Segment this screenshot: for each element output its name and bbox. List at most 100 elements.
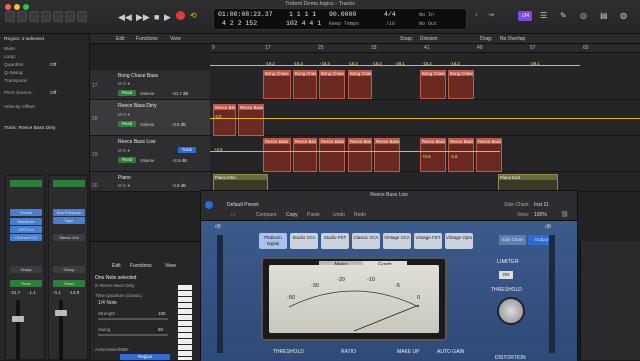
- view-select[interactable]: 100%: [534, 212, 547, 218]
- mute-solo-record[interactable]: M S ●: [118, 81, 130, 86]
- record-button[interactable]: [176, 11, 185, 20]
- automation-param[interactable]: Volume: [140, 91, 154, 96]
- region[interactable]: Bong Chase: [420, 70, 446, 99]
- model-studio-vca[interactable]: Studio VCA: [290, 233, 318, 249]
- plugin-slot[interactable]: Bus Pressure: [53, 209, 85, 216]
- group-slot[interactable]: Group: [53, 266, 85, 273]
- snap-select[interactable]: Division: [420, 36, 438, 42]
- mute-solo-record[interactable]: M S ●: [118, 183, 130, 188]
- region[interactable]: Reece Bass: [374, 138, 400, 172]
- browser-icon[interactable]: ▤: [600, 11, 608, 20]
- functions-menu[interactable]: Functions: [136, 36, 158, 42]
- link-icon[interactable]: ⛓: [561, 211, 569, 218]
- swing-value[interactable]: 50: [158, 327, 163, 332]
- pitch-source-value[interactable]: Off: [50, 91, 56, 96]
- strength-slider[interactable]: [98, 318, 168, 320]
- automation-line[interactable]: [210, 151, 500, 152]
- lcd-display[interactable]: 01:00:08:23.37 4 2 2 152 1 1 1 1 102 4 4…: [213, 8, 467, 30]
- track-lane-28[interactable]: Reece Bass Reece Bass -3.0: [210, 100, 640, 136]
- region[interactable]: Bong Chase: [448, 70, 474, 99]
- automation-read[interactable]: Read: [118, 90, 136, 96]
- eq-display[interactable]: [53, 180, 85, 187]
- region[interactable]: Reece Bass: [213, 104, 236, 136]
- rewind-icon[interactable]: ◀◀: [118, 12, 132, 23]
- edit-menu[interactable]: Edit: [116, 36, 125, 42]
- region[interactable]: Reece Bass: [348, 138, 372, 172]
- limiter-threshold-knob[interactable]: [497, 297, 525, 325]
- track-button[interactable]: Track: [178, 147, 196, 153]
- list-editors-icon[interactable]: ☰: [540, 11, 547, 20]
- notepad-badge[interactable]: ♪34: [518, 11, 532, 21]
- editor-functions-menu[interactable]: Functions: [130, 263, 152, 269]
- plugin-slot[interactable]: Channel EQ: [10, 234, 42, 241]
- track-name[interactable]: Piano: [118, 175, 131, 181]
- stop-icon[interactable]: ■: [154, 12, 159, 22]
- library-button[interactable]: [5, 11, 15, 22]
- editor-edit-menu[interactable]: Edit: [112, 263, 121, 269]
- channel-name[interactable]: Stereo Out: [53, 234, 85, 241]
- model-vintage-fet[interactable]: Vintage FET: [414, 233, 442, 249]
- paste-button[interactable]: Paste: [307, 212, 320, 218]
- model-platinum-digital[interactable]: Platinum Digital: [259, 233, 287, 249]
- track-header-27[interactable]: 27 Bong Chase Bass M S ● Read Volume -31…: [90, 70, 210, 100]
- region[interactable]: Bong Chase: [293, 70, 317, 99]
- apple-loops-icon[interactable]: ◍: [620, 11, 627, 20]
- plugin-slot[interactable]: Blackhole: [10, 218, 42, 225]
- close-window-button[interactable]: [5, 4, 11, 10]
- side-chain-tab[interactable]: Side Chain: [499, 235, 526, 245]
- channel-name[interactable]: Trident: [10, 209, 42, 216]
- track-lane-30[interactable]: Piano Intro Piano End: [210, 172, 640, 192]
- region[interactable]: Bong Chase: [319, 70, 345, 99]
- region[interactable]: Bong Chase: [348, 70, 372, 99]
- preset-select[interactable]: Default Preset: [227, 202, 259, 208]
- copy-button[interactable]: Copy: [286, 212, 298, 218]
- piano-roll-grid[interactable]: [580, 241, 640, 360]
- smart-controls-button[interactable]: [53, 11, 63, 22]
- model-studio-fet[interactable]: Studio FET: [321, 233, 349, 249]
- mute-solo-record[interactable]: M S ●: [118, 148, 130, 153]
- track-header-28[interactable]: 28 Reece Bass Dirty M S ● Read Volume -3…: [90, 100, 210, 136]
- model-classic-vca[interactable]: Classic VCA: [352, 233, 380, 249]
- fastforward-icon[interactable]: ▶▶: [136, 12, 150, 23]
- redo-button[interactable]: Redo: [354, 212, 366, 218]
- mute-solo-record[interactable]: M S ●: [118, 112, 130, 117]
- volume-fader[interactable]: [12, 316, 24, 322]
- view-menu[interactable]: View: [170, 36, 181, 42]
- plugin-slot[interactable]: LFOTool: [10, 226, 42, 233]
- prev-next-icon[interactable]: ‹ ›: [231, 212, 236, 218]
- track-name[interactable]: Reece Bass Low: [118, 139, 156, 145]
- automation-param[interactable]: Volume: [140, 122, 154, 127]
- help-button[interactable]: [29, 11, 39, 22]
- track-name[interactable]: Reece Bass Dirty: [118, 103, 157, 109]
- editor-view-menu[interactable]: View: [165, 263, 176, 269]
- track-lane-29[interactable]: Reece Bass Reece Bass Reece Bass Reece B…: [210, 136, 640, 172]
- region[interactable]: Reece Bass: [319, 138, 345, 172]
- track-header[interactable]: Track: Reece Bass Dirty: [4, 126, 56, 131]
- automation-mode[interactable]: Read: [10, 280, 42, 287]
- track-header-30[interactable]: 30 Piano M S ● -2.0 dB: [90, 172, 210, 192]
- piano-keyboard[interactable]: [178, 285, 192, 360]
- power-icon[interactable]: [205, 201, 213, 209]
- automation-read[interactable]: Read: [118, 157, 136, 163]
- automation-mode[interactable]: Read: [53, 280, 85, 287]
- volume-fader[interactable]: [55, 310, 67, 316]
- sidechain-select[interactable]: Inst 11: [534, 202, 549, 208]
- group-slot[interactable]: Group: [10, 266, 42, 273]
- region[interactable]: Reece Bass: [238, 104, 264, 136]
- strength-value[interactable]: 100: [158, 311, 166, 316]
- play-icon[interactable]: ▶: [164, 12, 171, 23]
- region-button[interactable]: Region: [120, 354, 170, 360]
- plugin-title[interactable]: Reece Bass Low: [201, 191, 577, 199]
- toolbar-button[interactable]: [41, 11, 51, 22]
- zoom-window-button[interactable]: [23, 4, 29, 10]
- region[interactable]: Reece Bass: [293, 138, 317, 172]
- plugin-slot[interactable]: Tape: [53, 217, 85, 224]
- automation-param[interactable]: Volume: [140, 158, 154, 163]
- metronome-icon[interactable]: ♩: [475, 11, 482, 18]
- track-name[interactable]: Bong Chase Bass: [118, 73, 158, 79]
- inspector-button[interactable]: [17, 11, 27, 22]
- model-vintage-opto[interactable]: Vintage Opto: [445, 233, 473, 249]
- editors-button[interactable]: [77, 11, 87, 22]
- region-header[interactable]: Region: 2 selected: [4, 37, 44, 42]
- automation-line[interactable]: [210, 118, 640, 119]
